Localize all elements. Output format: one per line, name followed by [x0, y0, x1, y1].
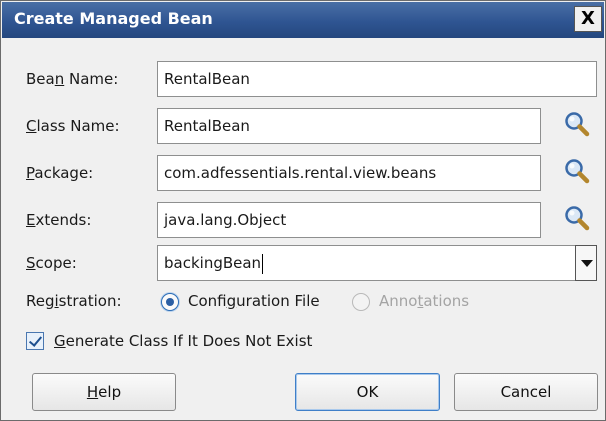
label-text: uration File [236, 292, 320, 310]
label-text: enerate Class If It Does Not Exist [65, 332, 313, 350]
label-text: stration: [58, 292, 122, 310]
class-name-search-icon[interactable] [563, 110, 591, 138]
label-text: cope: [35, 254, 77, 272]
bean-name-label: Bean Name: [26, 70, 118, 88]
registration-label: Registration: [26, 292, 122, 310]
label-text: ackage: [34, 164, 94, 182]
dialog-title: Create Managed Bean [14, 9, 213, 28]
label-text: Reg [26, 292, 55, 310]
mnemonic: g [226, 292, 237, 310]
text-caret [262, 253, 264, 274]
scope-value: backingBean [164, 254, 262, 272]
annotations-label: Annotations [379, 292, 469, 310]
mnemonic: H [86, 383, 99, 401]
package-field[interactable]: com.adfessentials.rental.view.beans [157, 155, 541, 191]
mnemonic: n [54, 70, 65, 88]
generate-class-checkbox[interactable] [26, 332, 44, 350]
label-text: elp [98, 383, 122, 401]
label-text: Confi [188, 292, 227, 310]
class-name-label: Class Name: [26, 117, 120, 135]
package-label: Package: [26, 164, 93, 182]
configuration-file-label[interactable]: Configuration File [188, 292, 320, 310]
package-search-icon[interactable] [563, 157, 591, 185]
label-text: xtends: [35, 211, 92, 229]
mnemonic: G [54, 332, 66, 350]
label-text: lass Name: [36, 117, 120, 135]
title-bar[interactable]: Create Managed Bean X [2, 2, 604, 38]
cancel-button[interactable]: Cancel [454, 373, 598, 411]
scope-dropdown[interactable]: backingBean [157, 245, 597, 281]
close-button[interactable]: X [574, 6, 602, 32]
extends-search-icon[interactable] [563, 204, 591, 232]
configuration-file-radio[interactable] [161, 293, 179, 311]
create-managed-bean-dialog: Create Managed Bean X Bean Name: RentalB… [0, 0, 606, 421]
mnemonic: S [26, 254, 36, 272]
mnemonic: C [26, 117, 37, 135]
help-button[interactable]: Help [32, 373, 176, 411]
generate-class-label[interactable]: Generate Class If It Does Not Exist [54, 332, 312, 350]
label-text: Name: [64, 70, 119, 88]
annotations-radio [352, 293, 370, 311]
class-name-field[interactable]: RentalBean [157, 108, 541, 144]
label-text: ations [423, 292, 470, 310]
ok-button[interactable]: OK [295, 373, 440, 411]
chevron-down-icon[interactable] [575, 245, 597, 281]
scope-label: Scope: [26, 254, 77, 272]
extends-label: Extends: [26, 211, 91, 229]
label-text: Anno [379, 292, 418, 310]
label-text: Bea [26, 70, 55, 88]
bean-name-field[interactable]: RentalBean [157, 61, 597, 97]
extends-field[interactable]: java.lang.Object [157, 202, 541, 238]
